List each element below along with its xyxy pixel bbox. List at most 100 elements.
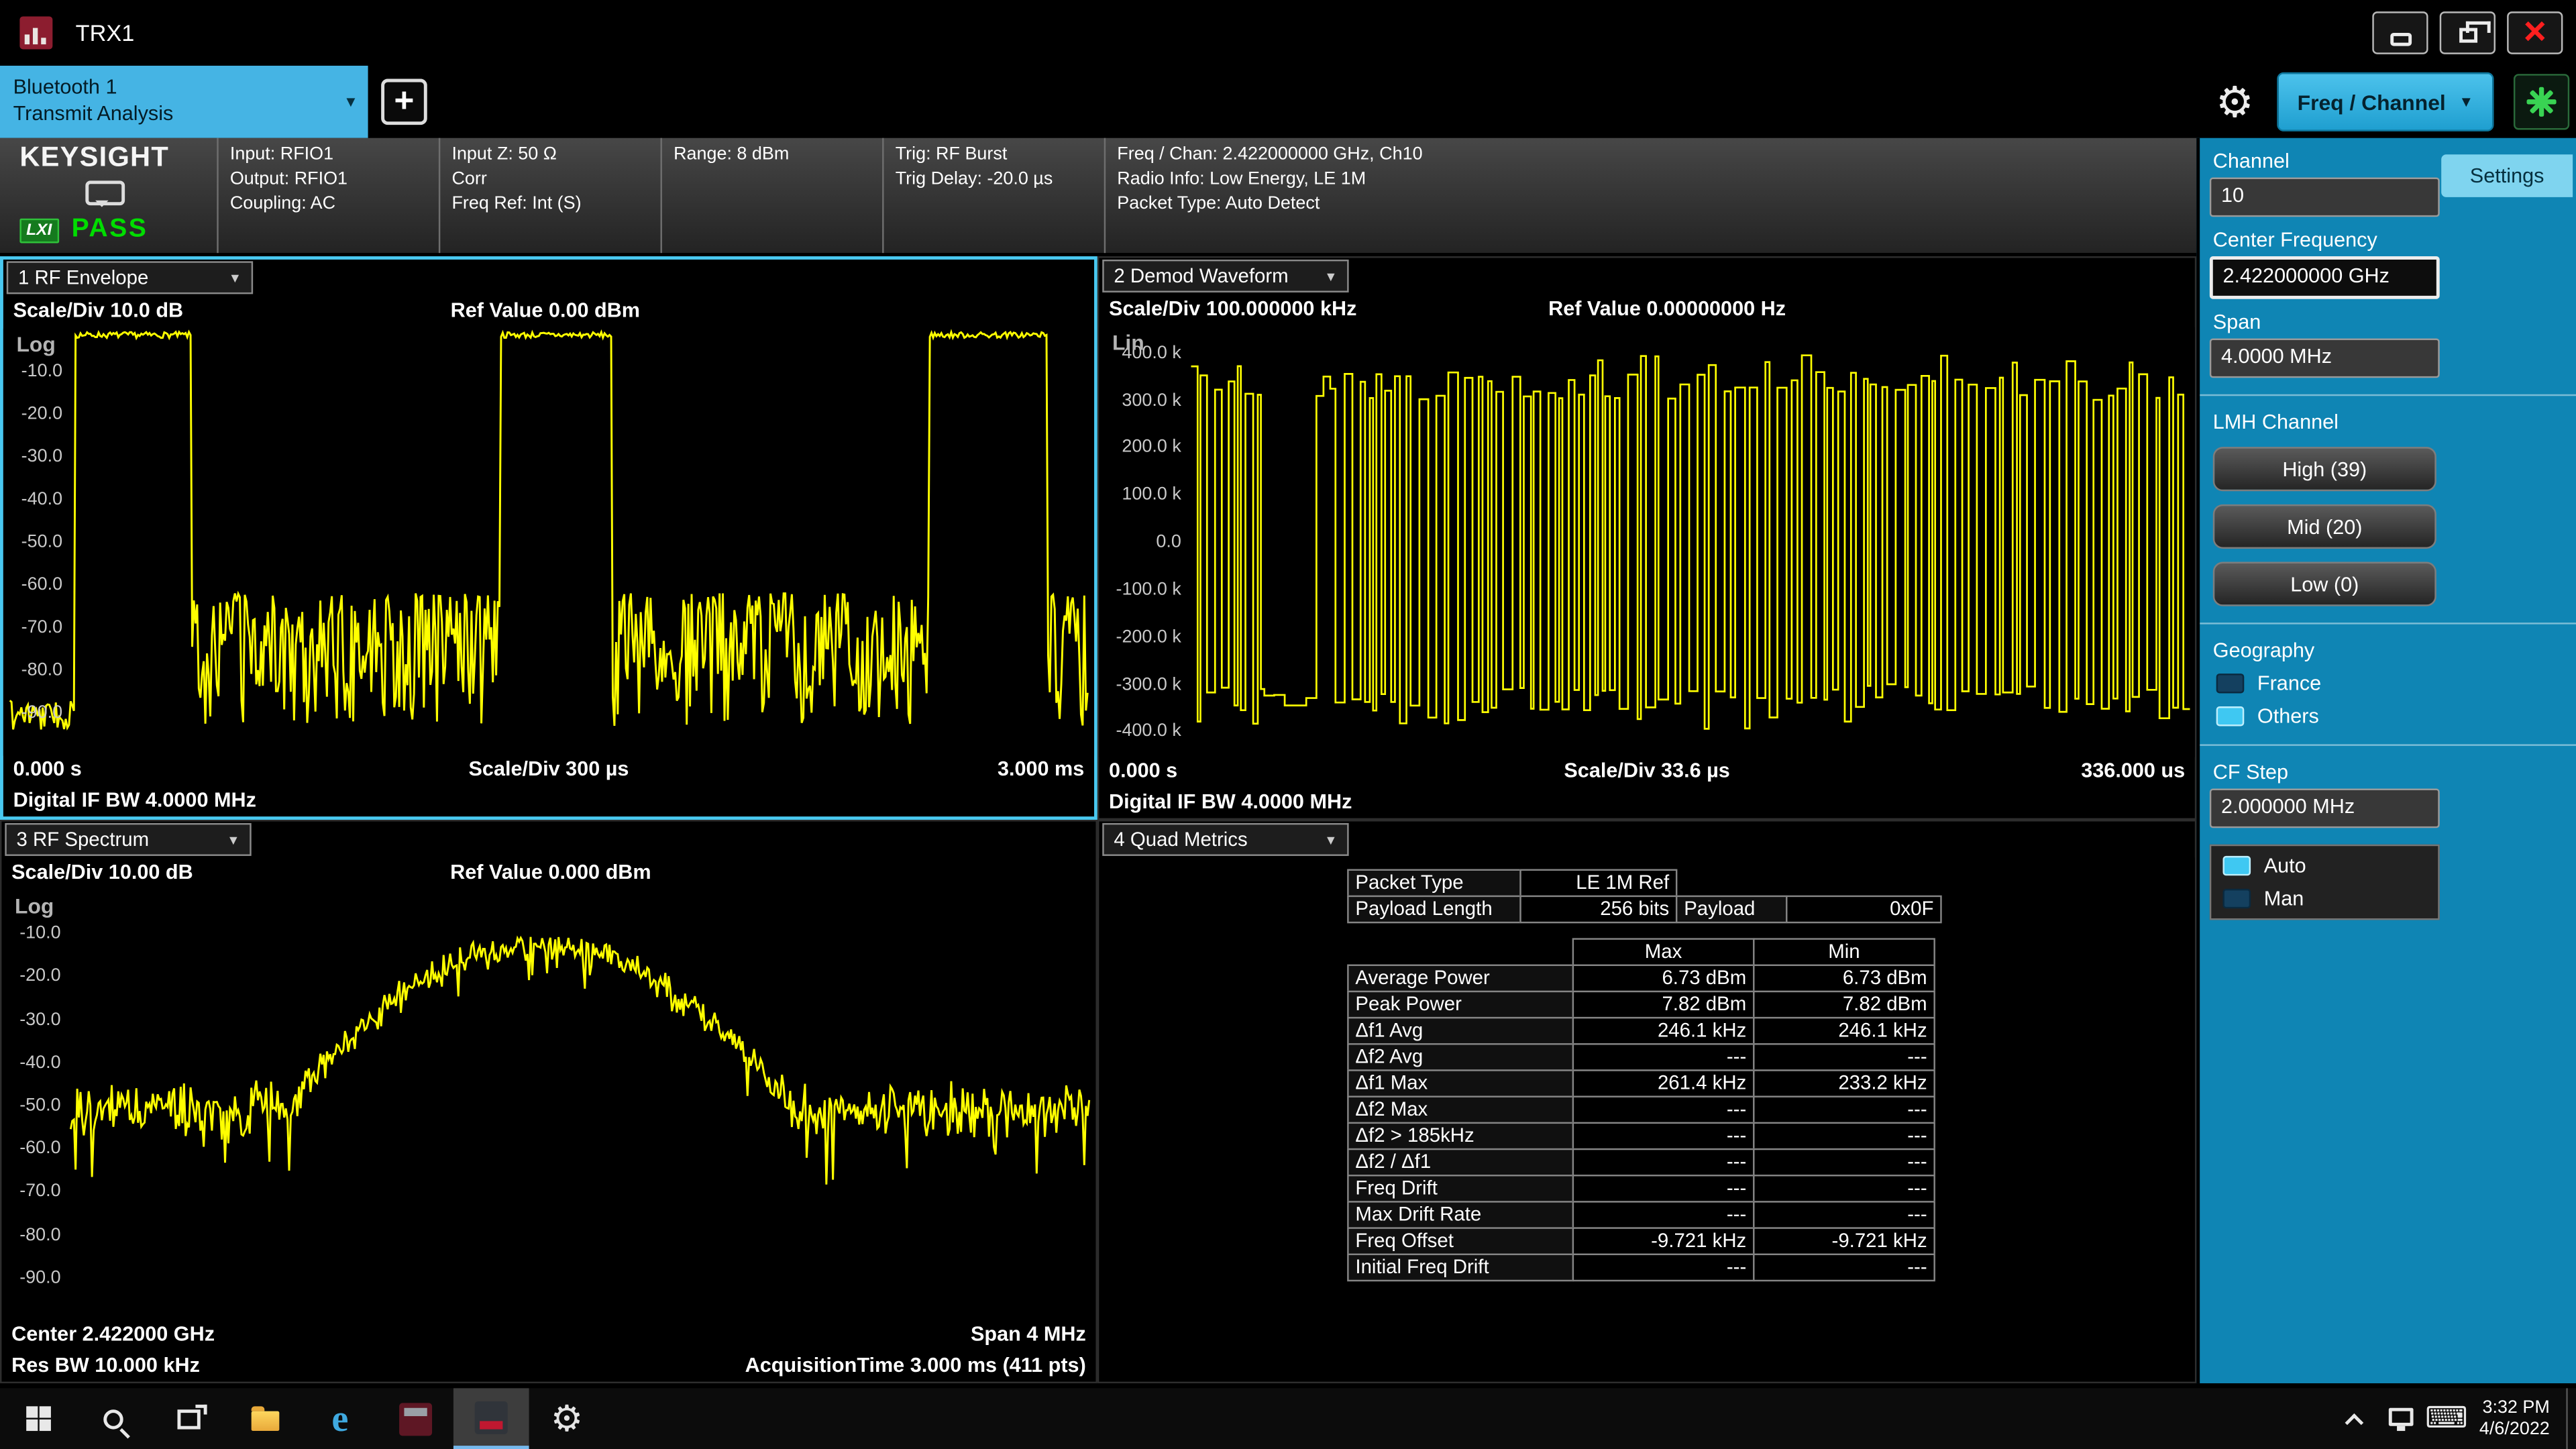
geography-option-others[interactable]: Others (2216, 705, 2576, 728)
y-axis-tick: 300.0 k (1122, 390, 1181, 410)
geography-options: France Others (2200, 672, 2576, 728)
rf-spectrum-center-freq: Center 2.422000 GHz (11, 1322, 215, 1345)
cf-step-field[interactable]: 2.000000 MHz (2210, 789, 2440, 828)
selected-indicator-icon (2222, 856, 2251, 875)
y-axis-tick: -50.0 (21, 532, 62, 551)
header-column[interactable]: Input Z: 50 ΩCorrFreq Ref: Int (S) (439, 138, 661, 253)
window-quad-metrics[interactable]: 4 Quad Metrics Packet Type LE 1M Ref Pay… (1097, 820, 2196, 1383)
geography-option-france[interactable]: France (2216, 672, 2576, 695)
y-axis-tick: -30.0 (19, 1010, 60, 1029)
rf-spectrum-window-selector[interactable]: 3 RF Spectrum (5, 823, 251, 856)
network-icon (2388, 1407, 2413, 1426)
file-explorer-button[interactable] (227, 1388, 303, 1449)
rf-envelope-x-start: 0.000 s (13, 757, 82, 780)
header-column[interactable]: Range: 8 dBm (660, 138, 882, 253)
cf-step-mode-auto[interactable]: Auto (2211, 849, 2438, 882)
screens-icon[interactable] (2514, 74, 2569, 129)
close-button[interactable] (2507, 11, 2563, 54)
span-field[interactable]: 4.0000 MHz (2210, 338, 2440, 378)
cf-step-mode-group: AutoMan (2210, 845, 2440, 920)
window-demod-waveform[interactable]: 2 Demod Waveform Scale/Div 100.000000 kH… (1097, 256, 2196, 820)
analyzer-app-icon (475, 1401, 508, 1434)
rf-envelope-window-selector[interactable]: 1 RF Envelope (7, 261, 253, 294)
demod-y-axis: 400.0 k300.0 k200.0 k100.0 k0.0-100.0 k-… (1099, 327, 1187, 757)
rf-envelope-x-scale: Scale/Div 300 µs (469, 757, 629, 780)
tab-settings[interactable]: Settings (2441, 154, 2573, 197)
minimize-button[interactable] (2372, 11, 2428, 54)
start-button[interactable] (0, 1388, 76, 1449)
rf-envelope-plot[interactable]: Log -10.0-20.0-30.0-40.0-50.0-60.0-70.0-… (3, 329, 1094, 756)
launcher-app-button[interactable] (378, 1388, 453, 1449)
payload-length-value: 256 bits (1519, 896, 1677, 924)
measurement-tab-line2: Transmit Analysis (13, 100, 342, 126)
span-label: Span (2213, 311, 2576, 333)
y-axis-tick: -10.0 (19, 924, 60, 943)
metric-row: Δf2 Max------ (1349, 1097, 1942, 1124)
cf-step-mode-man[interactable]: Man (2211, 882, 2438, 915)
y-axis-tick: -60.0 (19, 1139, 60, 1159)
rf-envelope-trace (10, 332, 1088, 729)
lmh-button-low[interactable]: Low (0) (2213, 562, 2436, 606)
keyboard-button[interactable] (2424, 1388, 2470, 1449)
channel-field[interactable]: 10 (2210, 177, 2440, 217)
y-axis-tick: -200.0 k (1116, 627, 1181, 647)
demod-window-selector[interactable]: 2 Demod Waveform (1102, 260, 1348, 292)
packet-type-value: LE 1M Ref (1519, 869, 1677, 898)
measurement-bar: KEYSIGHT LXI PASS Input: RFIO1Output: RF… (0, 138, 2196, 256)
settings-app-button[interactable] (529, 1388, 605, 1449)
unselected-indicator-icon (2222, 889, 2251, 908)
window-rf-spectrum[interactable]: 3 RF Spectrum Scale/Div 10.00 dB Ref Val… (0, 820, 1097, 1383)
y-axis-tick: 200.0 k (1122, 437, 1181, 457)
y-axis-tick: -30.0 (21, 447, 62, 466)
center-frequency-field[interactable]: 2.422000000 GHz (2210, 256, 2440, 299)
y-axis-tick: -20.0 (19, 967, 60, 986)
y-axis-tick: -10.0 (21, 362, 62, 381)
rf-spectrum-res-bw: Res BW 10.000 kHz (11, 1354, 200, 1377)
measurement-tab[interactable]: Bluetooth 1 Transmit Analysis (0, 66, 368, 138)
freq-channel-label: Freq / Channel (2298, 89, 2446, 114)
metric-row: Δf2 / Δf1------ (1349, 1150, 1942, 1176)
message-bubble-icon[interactable] (85, 180, 125, 205)
y-axis-tick: -400.0 k (1116, 722, 1181, 741)
hidden-icons-button[interactable] (2332, 1388, 2378, 1449)
metrics-header-row: MaxMin (1349, 940, 1942, 966)
freq-channel-menu-button[interactable]: Freq / Channel (2277, 72, 2493, 131)
windows-grid: 1 RF Envelope Scale/Div 10.0 dB Ref Valu… (0, 256, 2196, 1383)
demod-plot[interactable]: Lin 400.0 k300.0 k200.0 k100.0 k0.0-100.… (1099, 327, 2194, 757)
task-view-button[interactable] (151, 1388, 227, 1449)
header-column[interactable]: Trig: RF BurstTrig Delay: -20.0 µs (882, 138, 1104, 253)
y-axis-tick: -80.0 (21, 660, 62, 680)
measurement-tab-line1: Bluetooth 1 (13, 74, 342, 100)
payload-value: 0x0F (1786, 896, 1942, 924)
clock[interactable]: 3:32 PM 4/6/2022 (2479, 1397, 2550, 1440)
metric-row: Freq Offset-9.721 kHz-9.721 kHz (1349, 1229, 1942, 1255)
demod-x-end: 336.000 us (2081, 759, 2185, 782)
search-button[interactable] (76, 1388, 152, 1449)
header-column[interactable]: Input: RFIO1Output: RFIO1Coupling: AC (217, 138, 439, 253)
taskbar: 3:32 PM 4/6/2022 (0, 1388, 2576, 1449)
y-axis-tick: -80.0 (19, 1225, 60, 1244)
chevron-up-icon (2345, 1413, 2364, 1432)
add-measurement-button[interactable]: + (381, 79, 427, 125)
network-button[interactable] (2377, 1388, 2424, 1449)
header-column[interactable]: Freq / Chan: 2.422000000 GHz, Ch10Radio … (1104, 138, 2197, 253)
window-rf-envelope[interactable]: 1 RF Envelope Scale/Div 10.0 dB Ref Valu… (0, 256, 1097, 820)
show-desktop-button[interactable] (2566, 1388, 2576, 1449)
rf-spectrum-plot[interactable]: Log -10.0-20.0-30.0-40.0-50.0-60.0-70.0-… (1, 890, 1095, 1321)
metric-row: Δf2 > 185kHz------ (1349, 1124, 1942, 1150)
gear-icon (551, 1397, 583, 1440)
lmh-button-high[interactable]: High (39) (2213, 447, 2436, 491)
demod-amplitude-mode: Lin (1112, 330, 1144, 355)
task-view-icon (177, 1409, 200, 1428)
geography-label: Geography (2213, 639, 2576, 662)
browser-icon (331, 1397, 348, 1440)
metric-row: Max Drift Rate------ (1349, 1203, 1942, 1229)
lmh-button-mid[interactable]: Mid (20) (2213, 504, 2436, 549)
quad-metrics-window-selector[interactable]: 4 Quad Metrics (1102, 823, 1348, 856)
payload-label: Payload (1676, 896, 1788, 924)
maximize-button[interactable] (2440, 11, 2496, 54)
browser-button[interactable] (303, 1388, 378, 1449)
analyzer-app-button[interactable] (453, 1388, 529, 1449)
rf-spectrum-window-title: 3 RF Spectrum (16, 828, 149, 851)
system-settings-gear-icon[interactable] (2216, 76, 2254, 127)
